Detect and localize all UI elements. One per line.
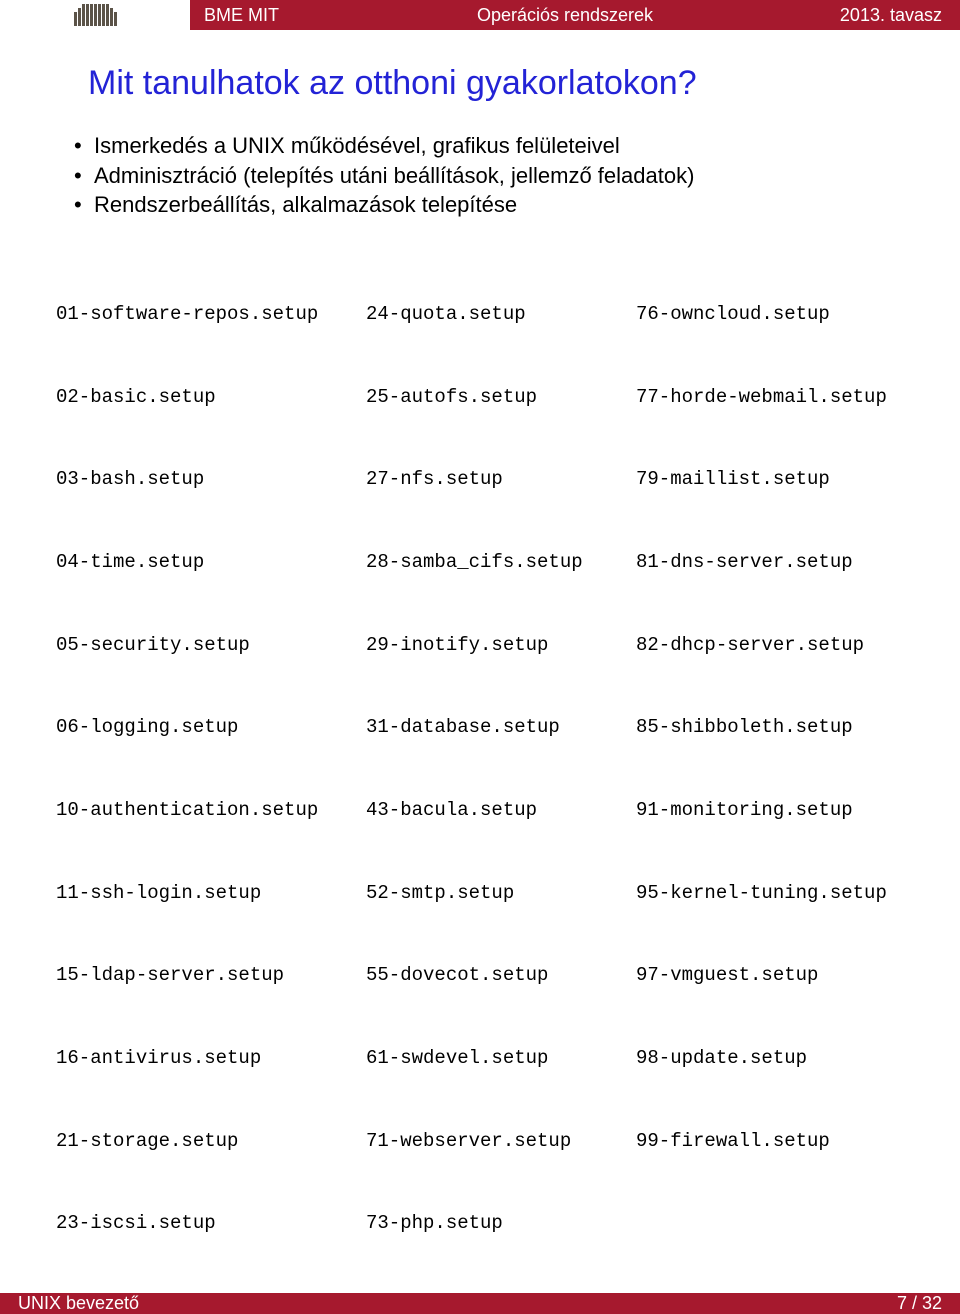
file-column-2: 24-quota.setup 25-autofs.setup 27-nfs.se… bbox=[366, 246, 636, 1293]
logo-graphic bbox=[70, 4, 121, 26]
file-entry: 02-basic.setup bbox=[56, 384, 366, 412]
file-entry: 05-security.setup bbox=[56, 632, 366, 660]
header-right: 2013. tavasz bbox=[770, 5, 960, 26]
file-entry: 71-webserver.setup bbox=[366, 1128, 636, 1156]
file-entry: 24-quota.setup bbox=[366, 301, 636, 329]
bullet-item: Adminisztráció (telepítés utáni beállítá… bbox=[74, 161, 904, 191]
file-entry: 55-dovecot.setup bbox=[366, 962, 636, 990]
page-number: 7 / 32 bbox=[897, 1293, 960, 1314]
header-bar: BME MIT Operációs rendszerek 2013. tavas… bbox=[0, 0, 960, 30]
file-entry: 15-ldap-server.setup bbox=[56, 962, 366, 990]
file-entry: 04-time.setup bbox=[56, 549, 366, 577]
file-entry: 79-maillist.setup bbox=[636, 466, 904, 494]
slide: BME MIT Operációs rendszerek 2013. tavas… bbox=[0, 0, 960, 712]
file-entry: 25-autofs.setup bbox=[366, 384, 636, 412]
file-entry: 23-iscsi.setup bbox=[56, 1210, 366, 1238]
file-entry: 43-bacula.setup bbox=[366, 797, 636, 825]
file-entry: 81-dns-server.setup bbox=[636, 549, 904, 577]
file-listing: 01-software-repos.setup 02-basic.setup 0… bbox=[56, 246, 904, 1293]
file-entry: 97-vmguest.setup bbox=[636, 962, 904, 990]
header-left: BME MIT bbox=[190, 5, 360, 26]
file-entry: 99-firewall.setup bbox=[636, 1128, 904, 1156]
file-entry: 10-authentication.setup bbox=[56, 797, 366, 825]
file-entry: 01-software-repos.setup bbox=[56, 301, 366, 329]
slide-title: Mit tanulhatok az otthoni gyakorlatokon? bbox=[88, 64, 904, 103]
bullet-list: Ismerkedés a UNIX működésével, grafikus … bbox=[74, 131, 904, 220]
file-entry: 77-horde-webmail.setup bbox=[636, 384, 904, 412]
file-entry: 98-update.setup bbox=[636, 1045, 904, 1073]
file-entry: 03-bash.setup bbox=[56, 466, 366, 494]
file-entry: 85-shibboleth.setup bbox=[636, 714, 904, 742]
file-entry: 11-ssh-login.setup bbox=[56, 880, 366, 908]
file-entry: 91-monitoring.setup bbox=[636, 797, 904, 825]
file-entry: 82-dhcp-server.setup bbox=[636, 632, 904, 660]
header-center: Operációs rendszerek bbox=[360, 5, 770, 26]
slide-body: Mit tanulhatok az otthoni gyakorlatokon?… bbox=[0, 30, 960, 1293]
file-entry: 52-smtp.setup bbox=[366, 880, 636, 908]
footer-bar: UNIX bevezető 7 / 32 bbox=[0, 1293, 960, 1314]
footer-left: UNIX bevezető bbox=[0, 1293, 897, 1314]
university-logo bbox=[0, 0, 190, 30]
file-entry: 16-antivirus.setup bbox=[56, 1045, 366, 1073]
file-entry: 95-kernel-tuning.setup bbox=[636, 880, 904, 908]
file-entry: 27-nfs.setup bbox=[366, 466, 636, 494]
file-column-3: 76-owncloud.setup 77-horde-webmail.setup… bbox=[636, 246, 904, 1293]
bullet-item: Ismerkedés a UNIX működésével, grafikus … bbox=[74, 131, 904, 161]
file-entry: 21-storage.setup bbox=[56, 1128, 366, 1156]
bullet-item: Rendszerbeállítás, alkalmazások telepíté… bbox=[74, 190, 904, 220]
file-entry: 29-inotify.setup bbox=[366, 632, 636, 660]
file-entry: 06-logging.setup bbox=[56, 714, 366, 742]
file-entry: 28-samba_cifs.setup bbox=[366, 549, 636, 577]
file-column-1: 01-software-repos.setup 02-basic.setup 0… bbox=[56, 246, 366, 1293]
file-entry: 73-php.setup bbox=[366, 1210, 636, 1238]
file-entry: 31-database.setup bbox=[366, 714, 636, 742]
file-entry: 76-owncloud.setup bbox=[636, 301, 904, 329]
file-entry: 61-swdevel.setup bbox=[366, 1045, 636, 1073]
